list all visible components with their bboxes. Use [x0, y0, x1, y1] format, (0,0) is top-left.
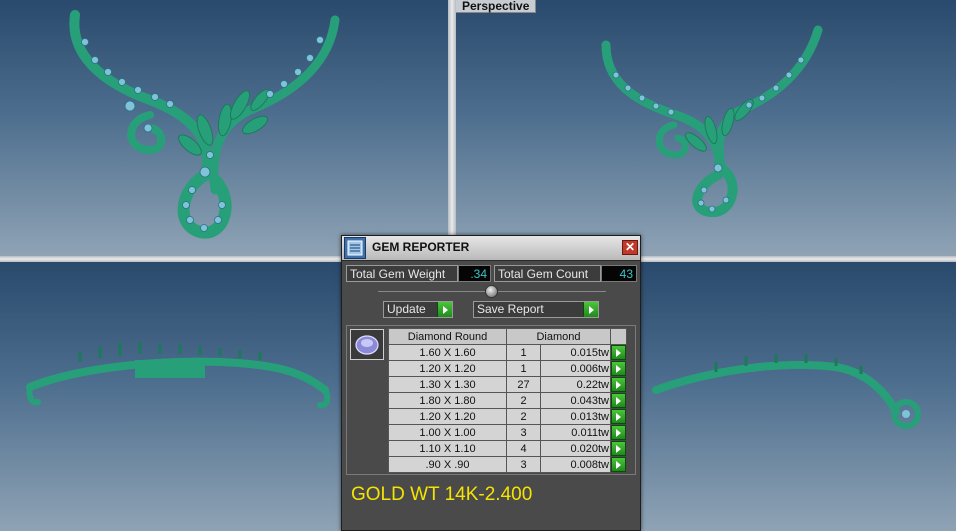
- select-gem-arrow-icon[interactable]: [611, 457, 626, 472]
- total-gem-weight-label: Total Gem Weight: [346, 265, 458, 282]
- gem-size-cell: 1.60 X 1.60: [388, 344, 507, 361]
- gem-list: Diamond Round Diamond 1.60 X 1.60 1 0.015t…: [346, 325, 636, 475]
- column-header-stone: Diamond: [506, 328, 611, 345]
- total-gem-count-field: Total Gem Count 43: [494, 265, 637, 282]
- gem-count-cell: 3: [506, 456, 541, 473]
- play-arrow-icon: [437, 302, 452, 317]
- select-gem-arrow-icon[interactable]: [611, 361, 626, 376]
- total-gem-weight-field: Total Gem Weight .34: [346, 265, 491, 282]
- size-slider-thumb[interactable]: [485, 285, 498, 298]
- gem-count-cell: 2: [506, 408, 541, 425]
- gem-count-cell: 3: [506, 424, 541, 441]
- gem-table: Diamond Round Diamond 1.60 X 1.60 1 0.015t…: [388, 328, 627, 473]
- gem-weight-cell: 0.020tw: [540, 440, 611, 457]
- select-gem-arrow-icon[interactable]: [611, 441, 626, 456]
- table-row[interactable]: .90 X .90 3 0.008tw: [388, 456, 627, 473]
- gold-weight-text: GOLD WT 14K-2.400: [351, 484, 533, 505]
- column-header-shape: Diamond Round: [388, 328, 507, 345]
- table-row[interactable]: 1.30 X 1.30 27 0.22tw: [388, 376, 627, 393]
- gem-size-cell: .90 X .90: [388, 456, 507, 473]
- gem-size-cell: 1.80 X 1.80: [388, 392, 507, 409]
- gem-weight-cell: 0.006tw: [540, 360, 611, 377]
- update-button-label: Update: [387, 302, 426, 316]
- gem-table-header: Diamond Round Diamond: [388, 328, 627, 345]
- gem-reporter-app-icon: [344, 237, 366, 259]
- gem-count-cell: 4: [506, 440, 541, 457]
- total-gem-count-label: Total Gem Count: [494, 265, 601, 282]
- gem-reporter-title: GEM REPORTER: [372, 240, 470, 254]
- viewport-perspective[interactable]: Perspective: [456, 0, 956, 256]
- select-gem-arrow-icon[interactable]: [611, 409, 626, 424]
- gem-count-cell: 1: [506, 360, 541, 377]
- select-gem-arrow-icon[interactable]: [611, 345, 626, 360]
- necklace-front-model: [69, 10, 340, 239]
- table-row[interactable]: 1.00 X 1.00 3 0.011tw: [388, 424, 627, 441]
- viewport-front[interactable]: [0, 0, 448, 256]
- gem-size-cell: 1.00 X 1.00: [388, 424, 507, 441]
- save-report-button-label: Save Report: [477, 302, 544, 316]
- play-arrow-icon: [583, 302, 598, 317]
- table-row[interactable]: 1.80 X 1.80 2 0.043tw: [388, 392, 627, 409]
- gem-size-cell: 1.20 X 1.20: [388, 360, 507, 377]
- table-row[interactable]: 1.10 X 1.10 4 0.020tw: [388, 440, 627, 457]
- close-icon[interactable]: ✕: [622, 240, 638, 255]
- gem-weight-cell: 0.013tw: [540, 408, 611, 425]
- gem-count-cell: 1: [506, 344, 541, 361]
- necklace-perspective-model: [601, 25, 823, 217]
- gem-weight-cell: 0.22tw: [540, 376, 611, 393]
- gem-reporter-panel: GEM REPORTER ✕ Total Gem Weight .34 Tota…: [341, 235, 641, 531]
- gem-weight-cell: 0.015tw: [540, 344, 611, 361]
- select-gem-arrow-icon[interactable]: [611, 377, 626, 392]
- update-button[interactable]: Update: [383, 301, 453, 318]
- gem-weight-cell: 0.011tw: [540, 424, 611, 441]
- gem-size-cell: 1.20 X 1.20: [388, 408, 507, 425]
- table-row[interactable]: 1.20 X 1.20 1 0.006tw: [388, 360, 627, 377]
- diamond-gem-icon[interactable]: [350, 329, 384, 360]
- table-row[interactable]: 1.20 X 1.20 2 0.013tw: [388, 408, 627, 425]
- total-gem-count-value: 43: [601, 265, 637, 282]
- gem-size-cell: 1.30 X 1.30: [388, 376, 507, 393]
- gem-reporter-titlebar[interactable]: GEM REPORTER ✕: [342, 236, 640, 261]
- gem-size-cell: 1.10 X 1.10: [388, 440, 507, 457]
- total-gem-weight-value: .34: [458, 265, 491, 282]
- gem-weight-cell: 0.043tw: [540, 392, 611, 409]
- select-gem-arrow-icon[interactable]: [611, 393, 626, 408]
- gem-weight-cell: 0.008tw: [540, 456, 611, 473]
- save-report-button[interactable]: Save Report: [473, 301, 599, 318]
- gem-count-cell: 27: [506, 376, 541, 393]
- select-gem-arrow-icon[interactable]: [611, 425, 626, 440]
- gem-count-cell: 2: [506, 392, 541, 409]
- table-row[interactable]: 1.60 X 1.60 1 0.015tw: [388, 344, 627, 361]
